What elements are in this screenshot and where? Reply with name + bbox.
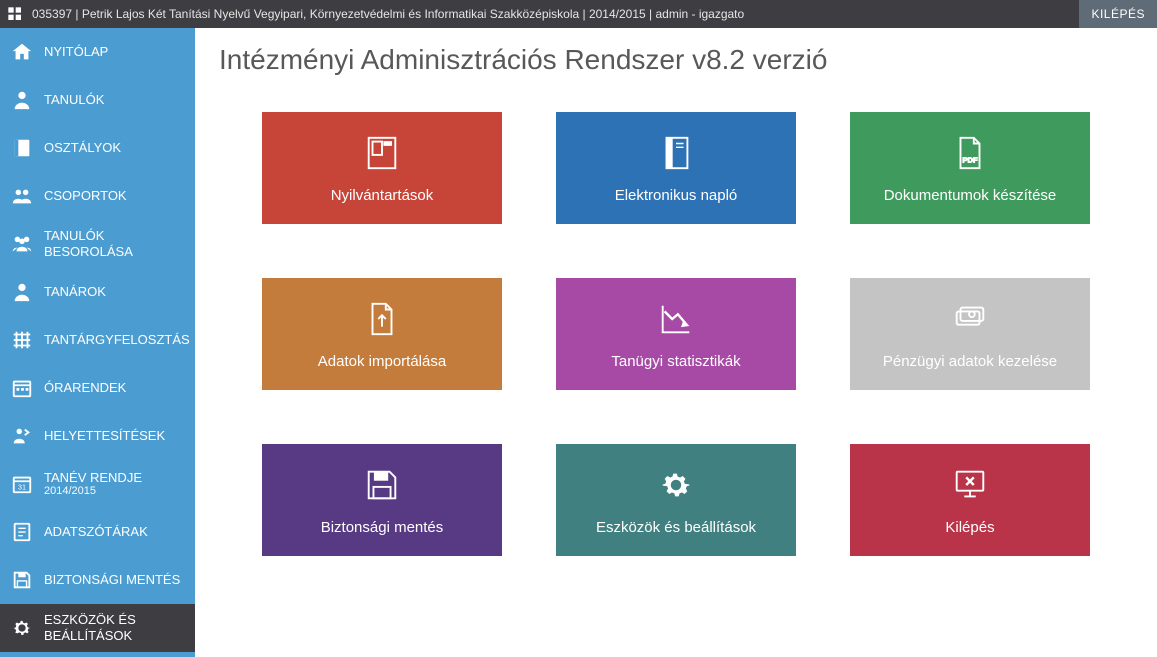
tile-import[interactable]: Adatok importálása (262, 278, 502, 390)
sidebar-item-label: TANTÁRGYFELOSZTÁS (44, 332, 190, 348)
tile-journal[interactable]: Elektronikus napló (556, 112, 796, 224)
page-title: Intézményi Adminisztrációs Rendszer v8.2… (219, 44, 1133, 76)
groups-icon (10, 184, 34, 208)
tile-documents[interactable]: PDF Dokumentumok készítése (850, 112, 1090, 224)
sidebar-item-label: CSOPORTOK (44, 188, 185, 204)
calendar-icon (10, 376, 34, 400)
sidebar-item-label: TANÁROK (44, 284, 185, 300)
assignment-icon (10, 232, 34, 256)
sidebar-item-label: TANULÓK (44, 92, 185, 108)
save-icon (362, 465, 402, 505)
sidebar-item-label: ÓRARENDEK (44, 380, 185, 396)
home-icon (10, 40, 34, 64)
save-icon (10, 568, 34, 592)
main-content: Intézményi Adminisztrációs Rendszer v8.2… (195, 28, 1157, 657)
svg-text:31: 31 (18, 483, 26, 492)
sidebar-item-groups[interactable]: CSOPORTOK (0, 172, 195, 220)
sidebar-item-timetables[interactable]: ÓRARENDEK (0, 364, 195, 412)
tile-exit[interactable]: Kilépés (850, 444, 1090, 556)
stats-icon (656, 299, 696, 339)
sidebar-item-label: HELYETTESÍTÉSEK (44, 428, 185, 444)
sidebar-item-dictionaries[interactable]: ADATSZÓTÁRAK (0, 508, 195, 556)
svg-text:PDF: PDF (962, 155, 978, 164)
teacher-icon (10, 280, 34, 304)
import-icon (362, 299, 402, 339)
sidebar-item-label: BIZTONSÁGI MENTÉS (44, 572, 185, 588)
tile-label: Biztonsági mentés (321, 519, 444, 536)
student-icon (10, 88, 34, 112)
tile-label: Elektronikus napló (615, 187, 738, 204)
dictionary-icon (10, 520, 34, 544)
records-icon (362, 133, 402, 173)
tile-label: Nyilvántartások (331, 187, 434, 204)
gear-icon (656, 465, 696, 505)
sidebar-item-home[interactable]: NYITÓLAP (0, 28, 195, 76)
tile-grid: Nyilvántartások Elektronikus napló PDF D… (219, 112, 1133, 556)
tile-backup[interactable]: Biztonsági mentés (262, 444, 502, 556)
sidebar-item-label: TANÉV RENDJE 2014/2015 (44, 470, 185, 499)
sidebar-item-label: ESZKÖZÖK ÉS BEÁLLÍTÁSOK (44, 612, 185, 643)
tile-label: Tanügyi statisztikák (611, 353, 740, 370)
sidebar-item-teachers[interactable]: TANÁROK (0, 268, 195, 316)
topbar: 035397 | Petrik Lajos Két Tanítási Nyelv… (0, 0, 1157, 28)
sidebar-item-student-assignment[interactable]: TANULÓK BESOROLÁSA (0, 220, 195, 268)
tile-financial: Pénzügyi adatok kezelése (850, 278, 1090, 390)
app-logo-icon (6, 5, 24, 23)
gear-icon (10, 616, 34, 640)
tile-label: Pénzügyi adatok kezelése (883, 353, 1057, 370)
topbar-text: 035397 | Petrik Lajos Két Tanítási Nyelv… (32, 7, 1079, 21)
sidebar-item-backup[interactable]: BIZTONSÁGI MENTÉS (0, 556, 195, 604)
sidebar-item-tools-settings[interactable]: ESZKÖZÖK ÉS BEÁLLÍTÁSOK (0, 604, 195, 652)
tile-label: Adatok importálása (318, 353, 446, 370)
tile-statistics[interactable]: Tanügyi statisztikák (556, 278, 796, 390)
sidebar-item-school-year[interactable]: 31 TANÉV RENDJE 2014/2015 (0, 460, 195, 508)
sidebar: NYITÓLAP TANULÓK OSZTÁLYOK CSOPORTOK TAN (0, 28, 195, 657)
sidebar-item-students[interactable]: TANULÓK (0, 76, 195, 124)
tile-label: Dokumentumok készítése (884, 187, 1057, 204)
pdf-icon: PDF (950, 133, 990, 173)
sidebar-item-label: OSZTÁLYOK (44, 140, 185, 156)
book-icon (10, 136, 34, 160)
tile-records[interactable]: Nyilvántartások (262, 112, 502, 224)
tile-label: Kilépés (945, 519, 994, 536)
tile-tools-settings[interactable]: Eszközök és beállítások (556, 444, 796, 556)
sidebar-item-label: NYITÓLAP (44, 44, 185, 60)
sidebar-item-classes[interactable]: OSZTÁLYOK (0, 124, 195, 172)
logout-button[interactable]: KILÉPÉS (1079, 0, 1157, 28)
tile-label: Eszközök és beállítások (596, 519, 756, 536)
sidebar-item-label: TANULÓK BESOROLÁSA (44, 228, 185, 259)
sidebar-item-substitutions[interactable]: HELYETTESÍTÉSEK (0, 412, 195, 460)
exit-icon (950, 465, 990, 505)
calendar-31-icon: 31 (10, 472, 34, 496)
grid-icon (10, 328, 34, 352)
sidebar-item-label: ADATSZÓTÁRAK (44, 524, 185, 540)
money-icon (950, 299, 990, 339)
sidebar-item-subject-allocation[interactable]: TANTÁRGYFELOSZTÁS (0, 316, 195, 364)
substitution-icon (10, 424, 34, 448)
journal-icon (656, 133, 696, 173)
